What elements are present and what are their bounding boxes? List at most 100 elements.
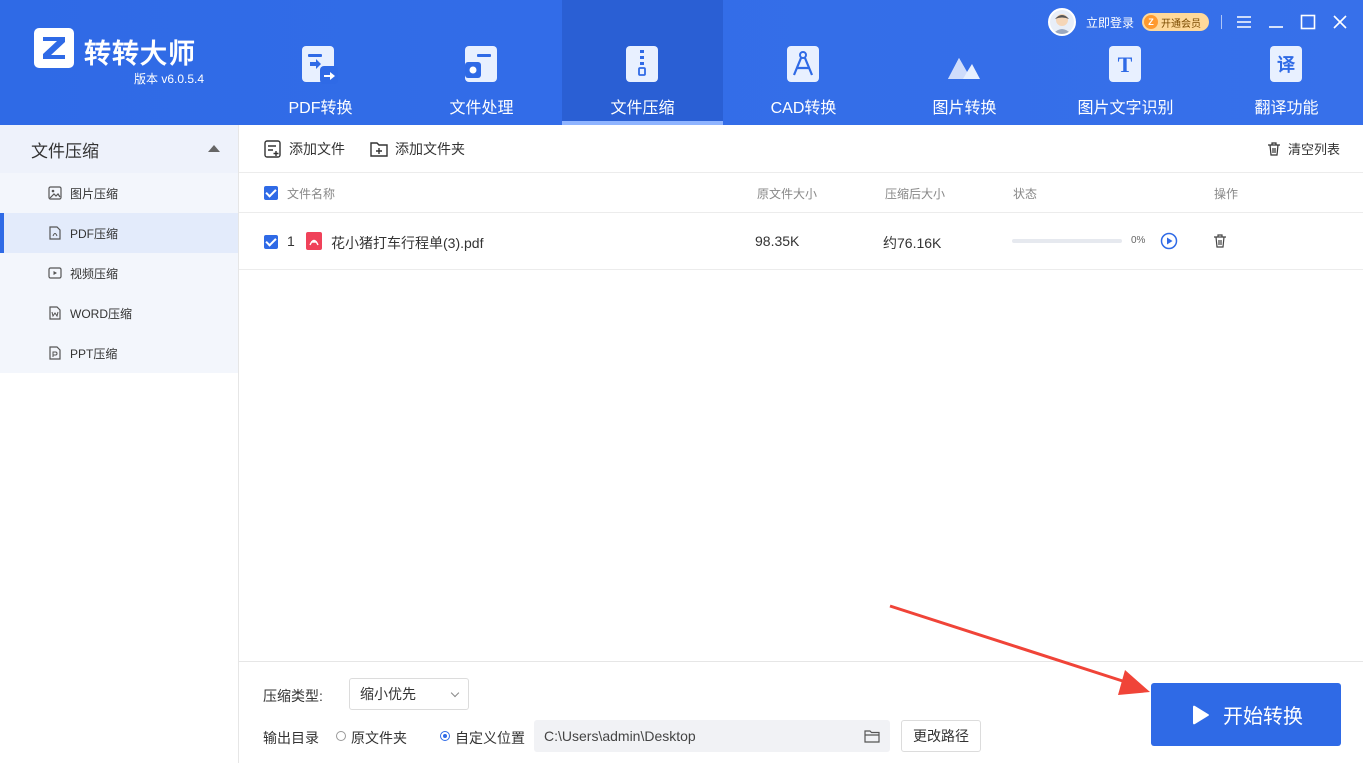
add-folder-icon [370, 142, 388, 157]
tab-label: 图片转换 [932, 100, 997, 117]
app-version: 版本 v6.0.5.4 [134, 72, 205, 86]
comp-size: 约76.16K [883, 235, 942, 251]
output-path-value: C:\Users\admin\Desktop [544, 728, 696, 744]
sidebar-item-label: 图片压缩 [70, 186, 119, 201]
col-status: 状态 [1013, 187, 1038, 201]
sidebar-item-label: WORD压缩 [70, 306, 132, 321]
account-bar: 立即登录 Z 开通会员 [1048, 8, 1350, 36]
add-file-icon [264, 140, 281, 158]
clear-list-button[interactable]: 清空列表 [1266, 139, 1340, 158]
sidebar-item-ppt-compress[interactable]: PPT压缩 [0, 333, 238, 373]
add-folder-button[interactable]: 添加文件夹 [369, 139, 465, 159]
pdf-convert-icon [302, 46, 338, 84]
minimize-icon[interactable] [1266, 12, 1286, 32]
sidebar: 文件压缩 图片压缩 PDF压缩 视频压缩 WORD压缩 PPT压缩 [0, 125, 239, 763]
custom-location-label: 自定义位置 [455, 730, 525, 746]
add-file-label: 添加文件 [289, 141, 345, 157]
pdf-file-icon [306, 232, 322, 250]
sidebar-item-label: PPT压缩 [70, 346, 118, 361]
col-file-name: 文件名称 [287, 187, 336, 201]
ppt-icon [49, 346, 61, 360]
add-file-button[interactable]: 添加文件 [263, 139, 345, 159]
col-comp-size: 压缩后大小 [885, 187, 946, 201]
clear-list-label: 清空列表 [1288, 142, 1341, 157]
file-name: 花小猪打车行程单(3).pdf [331, 235, 484, 251]
folder-icon[interactable] [864, 729, 880, 743]
sidebar-item-label: PDF压缩 [70, 226, 119, 241]
menu-icon[interactable] [1234, 12, 1254, 32]
tab-image-convert[interactable]: 图片转换 [884, 0, 1045, 125]
zip-icon [626, 46, 658, 82]
table-row: 1 花小猪打车行程单(3).pdf 98.35K 约76.16K 0% [239, 213, 1363, 270]
compress-type-select[interactable]: 缩小优先 [349, 678, 469, 710]
tab-label: PDF转换 [288, 100, 353, 117]
sidebar-group-header[interactable]: 文件压缩 [0, 125, 238, 173]
app-logo-icon [34, 28, 74, 68]
sidebar-item-image-compress[interactable]: 图片压缩 [0, 173, 238, 213]
maximize-icon[interactable] [1298, 12, 1318, 32]
divider [1221, 15, 1223, 29]
translate-icon: 译 [1270, 46, 1302, 82]
col-orig-size: 原文件大小 [757, 187, 818, 201]
file-process-icon [465, 46, 497, 82]
progress-label: 0% [1131, 235, 1146, 246]
pdf-file-icon [49, 226, 61, 240]
sidebar-item-pdf-compress[interactable]: PDF压缩 [0, 213, 238, 253]
image-convert-icon [948, 58, 980, 79]
row-index: 1 [287, 233, 295, 249]
table-header: 文件名称 原文件大小 压缩后大小 状态 操作 [239, 173, 1363, 213]
compress-type-label: 压缩类型: [263, 688, 323, 704]
svg-text:T: T [1118, 52, 1133, 77]
tab-file-compress[interactable]: 文件压缩 [562, 0, 723, 125]
user-avatar-icon [1053, 14, 1071, 34]
change-path-button[interactable]: 更改路径 [901, 720, 981, 752]
tab-cad-convert[interactable]: CAD转换 [723, 0, 884, 125]
custom-location-radio[interactable] [440, 731, 450, 741]
chevron-down-icon [450, 688, 460, 698]
add-folder-label: 添加文件夹 [395, 141, 465, 157]
compress-type-value: 缩小优先 [360, 686, 416, 702]
vip-label: 开通会员 [1161, 18, 1202, 30]
ocr-icon: T [1109, 46, 1141, 82]
sidebar-group-title: 文件压缩 [31, 141, 99, 161]
delete-icon[interactable] [1212, 233, 1228, 249]
original-folder-label: 原文件夹 [351, 730, 407, 746]
sidebar-item-word-compress[interactable]: WORD压缩 [0, 293, 238, 333]
output-dir-label: 输出目录 [263, 730, 319, 746]
tab-label: 图片文字识别 [1077, 100, 1174, 117]
vip-badge-icon: Z [1144, 15, 1159, 29]
collapse-caret-icon [208, 145, 220, 152]
col-action: 操作 [1214, 187, 1239, 201]
trash-icon [1268, 141, 1280, 156]
tab-label: 文件处理 [449, 100, 514, 117]
row-checkbox[interactable] [264, 235, 278, 249]
play-icon [1193, 705, 1209, 724]
tab-pdf-convert[interactable]: PDF转换 [240, 0, 401, 125]
vip-button[interactable]: Z 开通会员 [1142, 13, 1210, 31]
image-icon [48, 186, 62, 200]
word-icon [49, 306, 61, 320]
app-header: 转转大师 版本 v6.0.5.4 PDF转换 文件处理 文件压缩 CAD转换 图… [0, 0, 1363, 125]
tab-label: 翻译功能 [1254, 100, 1319, 117]
sidebar-item-label: 视频压缩 [70, 266, 119, 281]
select-all-checkbox[interactable] [264, 186, 278, 200]
avatar[interactable] [1048, 8, 1076, 36]
annotation-arrow-icon [889, 604, 1150, 695]
original-folder-radio[interactable] [336, 731, 346, 741]
close-icon[interactable] [1330, 12, 1350, 32]
svg-text:译: 译 [1277, 55, 1296, 76]
file-toolbar: 添加文件 添加文件夹 清空列表 [239, 125, 1363, 173]
video-icon [48, 267, 62, 279]
tab-label: 文件压缩 [610, 100, 675, 117]
tab-file-process[interactable]: 文件处理 [401, 0, 562, 125]
cad-icon [787, 46, 819, 82]
login-link[interactable]: 立即登录 [1086, 14, 1134, 31]
tab-label: CAD转换 [770, 100, 837, 117]
play-icon[interactable] [1160, 232, 1178, 250]
start-convert-button[interactable]: 开始转换 [1151, 683, 1341, 746]
bottom-panel: 压缩类型: 缩小优先 输出目录 原文件夹 自定义位置 C:\Users\admi… [239, 661, 1363, 763]
sidebar-item-video-compress[interactable]: 视频压缩 [0, 253, 238, 293]
output-path-input[interactable]: C:\Users\admin\Desktop [534, 720, 890, 752]
app-name: 转转大师 [84, 39, 196, 69]
start-convert-label: 开始转换 [1223, 706, 1303, 728]
